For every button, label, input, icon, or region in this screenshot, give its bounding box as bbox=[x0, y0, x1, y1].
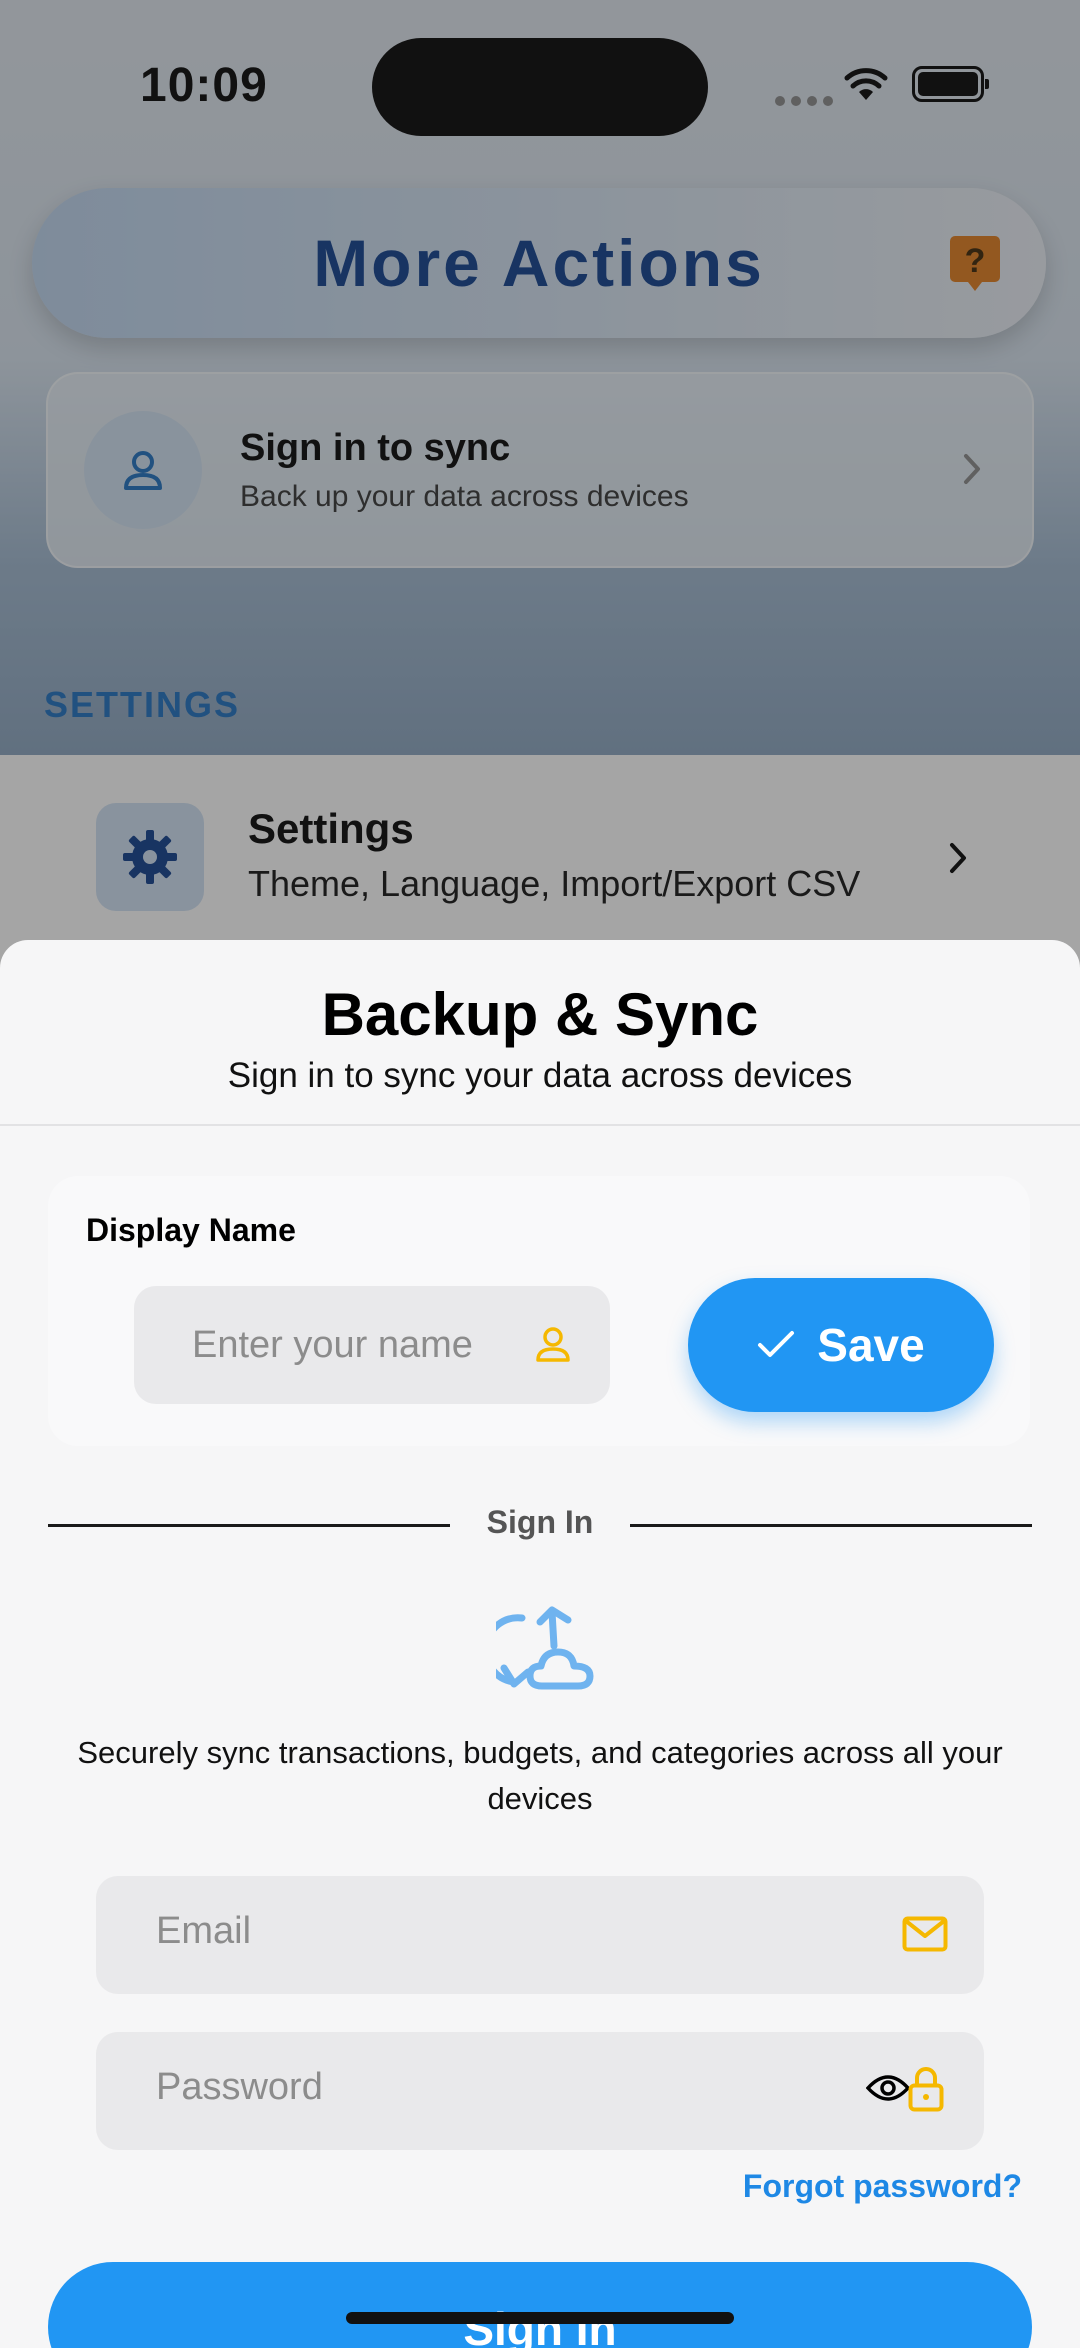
home-indicator[interactable] bbox=[346, 2312, 734, 2324]
cloud-sync-icon bbox=[496, 1606, 594, 1690]
display-name-label: Display Name bbox=[86, 1212, 296, 1248]
display-name-card: Display Name Save bbox=[48, 1176, 1030, 1446]
eye-icon[interactable] bbox=[866, 2072, 910, 2104]
mail-icon bbox=[902, 1916, 948, 1952]
display-name-field[interactable] bbox=[134, 1286, 610, 1404]
save-button-label: Save bbox=[817, 1319, 925, 1371]
display-name-input[interactable] bbox=[192, 1323, 512, 1367]
checkmark-icon bbox=[758, 1331, 795, 1357]
sign-in-divider: Sign In bbox=[48, 1500, 1032, 1550]
divider bbox=[0, 1124, 1080, 1126]
person-icon bbox=[536, 1327, 570, 1362]
sign-in-button-label: Sign In bbox=[463, 2303, 617, 2348]
backup-sync-sheet: Backup & Sync Sign in to sync your data … bbox=[0, 940, 1080, 2348]
sheet-subtitle: Sign in to sync your data across devices bbox=[227, 1056, 853, 1095]
sync-description: Securely sync transactions, budgets, and… bbox=[77, 1735, 1003, 1816]
email-field[interactable] bbox=[96, 1876, 984, 1994]
sign-in-divider-label: Sign In bbox=[486, 1504, 594, 1540]
divider-line-right bbox=[630, 1524, 1032, 1527]
email-input[interactable] bbox=[156, 1910, 816, 1953]
password-input[interactable] bbox=[156, 2066, 816, 2109]
password-field[interactable] bbox=[96, 2032, 984, 2150]
sheet-title: Backup & Sync bbox=[321, 981, 759, 1048]
forgot-password-link[interactable]: Forgot password? bbox=[743, 2168, 1022, 2205]
sign-in-button[interactable]: Sign In bbox=[48, 2262, 1032, 2348]
save-button[interactable]: Save bbox=[688, 1278, 994, 1412]
lock-icon bbox=[908, 2067, 944, 2112]
